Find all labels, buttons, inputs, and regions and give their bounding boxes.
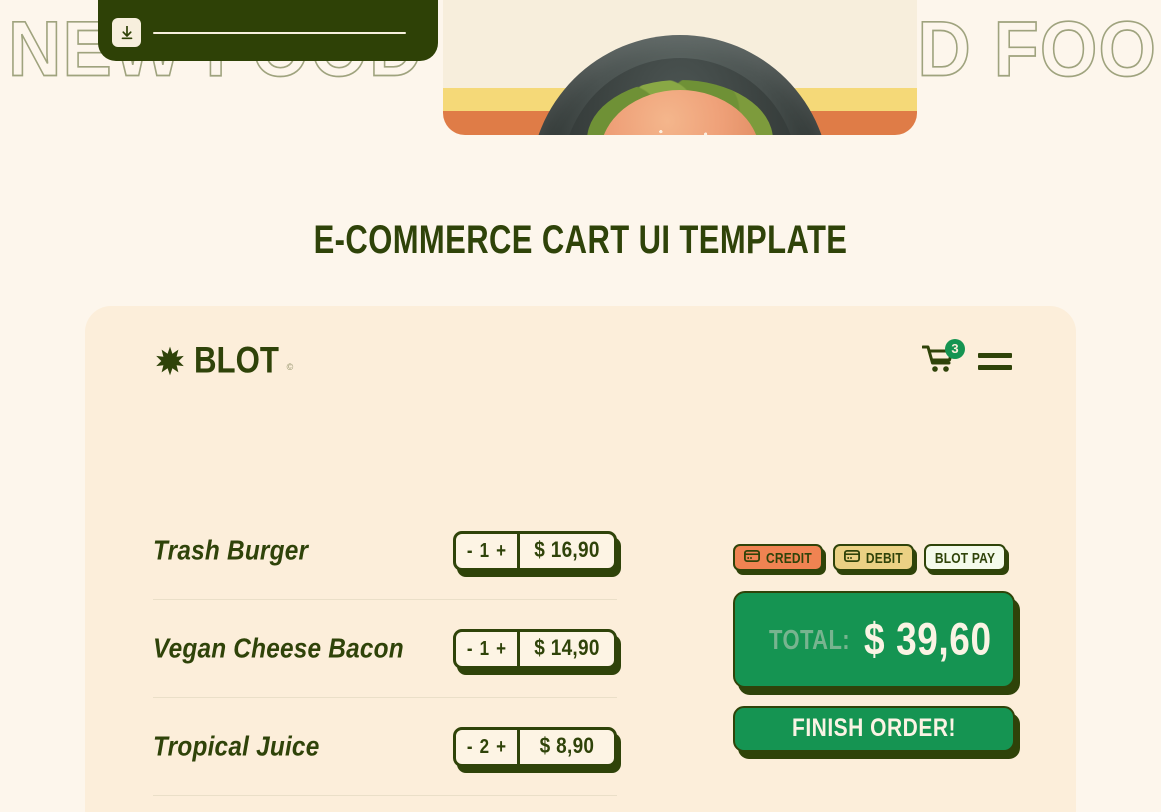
table-row: Vegan Cheese Bacon - 1 + $ 14,90 <box>153 600 621 698</box>
finish-order-wrap: FINISH ORDER! <box>733 706 1020 759</box>
starburst-icon <box>155 346 185 376</box>
download-button[interactable] <box>112 18 141 47</box>
download-progress-track[interactable] <box>153 32 406 34</box>
decrement-button[interactable]: - <box>467 539 473 563</box>
payment-method-label: BLOT PAY <box>934 549 996 566</box>
item-controls: - 1 + $ 16,90 <box>452 530 621 577</box>
quantity-value: 2 <box>479 734 490 758</box>
item-controls: - 1 + $ 14,90 <box>452 628 621 675</box>
quantity-stepper: - 1 + <box>456 631 520 666</box>
cart-button[interactable]: 3 <box>921 338 965 379</box>
cart-card: BLOT © 3 Trash Burger - 1 + $ 16,90 Vega… <box>85 306 1076 812</box>
payment-method-blotpay[interactable]: BLOT PAY <box>923 544 1007 571</box>
card-header: BLOT © 3 <box>85 306 1076 416</box>
menu-bar-2 <box>978 364 1012 370</box>
cart-items-list: Trash Burger - 1 + $ 16,90 Vegan Cheese … <box>153 502 621 812</box>
download-arrow-icon <box>120 25 134 40</box>
decrement-button[interactable]: - <box>467 637 473 661</box>
hamburger-menu-icon[interactable] <box>978 352 1012 370</box>
increment-button[interactable]: + <box>496 539 506 563</box>
order-total: TOTAL: $ 39,60 <box>733 591 1020 695</box>
checkout-panel: CREDIT DEBIT BLOT PAY TOTAL: $ 39,60 FIN… <box>733 544 1020 759</box>
quantity-price-pill: - 1 + $ 16,90 <box>452 530 617 571</box>
credit-card-icon <box>843 549 860 565</box>
table-row: Trash Burger - 1 + $ 16,90 <box>153 502 621 600</box>
table-row: Tropical Juice - 2 + $ 8,90 <box>153 698 621 796</box>
hero-image-card: FREE DELIVERY <box>443 0 917 135</box>
item-controls: - 2 + $ 8,90 <box>452 726 621 773</box>
quantity-price-pill: - 1 + $ 14,90 <box>452 628 617 669</box>
total-value: $ 39,60 <box>864 613 992 664</box>
payment-method-debit-wrap: DEBIT <box>832 544 917 575</box>
item-name: Vegan Cheese Bacon <box>153 632 404 664</box>
burger-bun-illustration <box>600 90 760 135</box>
finish-order-button[interactable]: FINISH ORDER! <box>733 706 1015 752</box>
payment-method-credit-wrap: CREDIT <box>733 544 826 575</box>
item-price: $ 14,90 <box>534 635 600 661</box>
payment-method-label: DEBIT <box>865 549 903 566</box>
download-toolbar <box>98 0 438 61</box>
quantity-price-pill: - 2 + $ 8,90 <box>452 726 617 767</box>
payment-method-debit[interactable]: DEBIT <box>832 544 914 571</box>
registered-mark: © <box>286 362 294 372</box>
total-label: TOTAL: <box>769 623 851 655</box>
payment-method-credit[interactable]: CREDIT <box>733 544 823 571</box>
item-price: $ 8,90 <box>539 733 595 759</box>
cart-count-badge: 3 <box>945 338 965 359</box>
item-price: $ 16,90 <box>534 537 600 563</box>
increment-button[interactable]: + <box>496 735 506 759</box>
quantity-value: 1 <box>479 636 490 660</box>
credit-card-icon <box>743 549 760 565</box>
menu-bar-1 <box>978 352 1012 358</box>
total-box: TOTAL: $ 39,60 <box>733 591 1015 688</box>
quantity-stepper: - 1 + <box>456 533 520 568</box>
page-title: E-COMMERCE CART UI TEMPLATE <box>313 216 848 263</box>
table-row: - 1 + <box>153 796 617 812</box>
payment-method-label: CREDIT <box>766 549 812 566</box>
finish-order-label: FINISH ORDER! <box>792 714 956 743</box>
brand-name: BLOT <box>194 339 279 381</box>
payment-method-blotpay-wrap: BLOT PAY <box>923 544 1010 575</box>
quantity-stepper: - 2 + <box>456 729 520 764</box>
payment-methods: CREDIT DEBIT BLOT PAY <box>733 544 1015 575</box>
brand-logo[interactable]: BLOT © <box>155 340 294 381</box>
decrement-button[interactable]: - <box>467 735 473 759</box>
increment-button[interactable]: + <box>496 637 506 661</box>
shopping-cart-icon <box>921 345 956 378</box>
item-name: Trash Burger <box>153 534 309 566</box>
item-name: Tropical Juice <box>153 730 320 762</box>
header-actions: 3 <box>921 338 1012 379</box>
quantity-value: 1 <box>479 538 490 562</box>
